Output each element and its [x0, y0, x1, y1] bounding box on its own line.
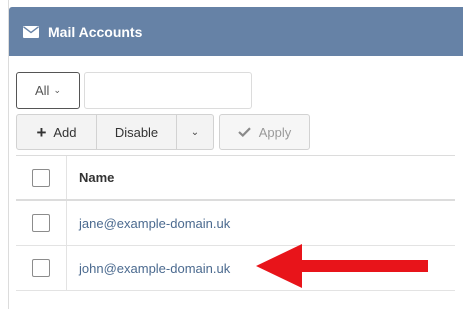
disable-button-label: Disable — [114, 124, 159, 140]
account-link[interactable]: jane@example-domain.uk — [67, 216, 230, 231]
row-checkbox[interactable] — [32, 259, 50, 277]
column-header-name[interactable]: Name — [67, 170, 114, 185]
row-check-cell — [16, 246, 67, 290]
table-header-row: Name — [16, 156, 455, 201]
add-button-label: Add — [53, 124, 77, 140]
apply-button[interactable]: Apply — [219, 114, 310, 150]
select-all-cell — [16, 156, 67, 199]
table-row: jane@example-domain.uk — [16, 201, 455, 246]
envelope-icon — [23, 25, 39, 38]
panel-header: Mail Accounts — [9, 7, 463, 56]
arrow-shape — [256, 244, 428, 288]
red-arrow-annotation — [256, 244, 428, 288]
disable-button[interactable]: Disable — [97, 114, 177, 150]
select-all-checkbox[interactable] — [32, 168, 50, 187]
row-checkbox[interactable] — [32, 214, 50, 232]
check-icon — [237, 125, 251, 140]
chevron-down-icon: ⌄ — [53, 85, 61, 95]
panel-title: Mail Accounts — [48, 23, 143, 40]
filter-select-value: All — [35, 83, 50, 98]
row-check-cell — [16, 201, 67, 245]
disable-dropdown-toggle[interactable]: ⌄ — [177, 114, 214, 150]
filter-row: All ⌄ — [16, 72, 252, 110]
plus-icon: + — [36, 122, 47, 142]
apply-button-label: Apply — [258, 124, 292, 140]
account-link[interactable]: john@example-domain.uk — [67, 261, 230, 276]
filter-input[interactable] — [84, 72, 252, 109]
add-button[interactable]: + Add — [16, 114, 97, 150]
chevron-down-icon: ⌄ — [190, 126, 200, 138]
toolbar: + Add Disable ⌄ Apply — [16, 114, 310, 150]
filter-select[interactable]: All ⌄ — [16, 72, 80, 109]
